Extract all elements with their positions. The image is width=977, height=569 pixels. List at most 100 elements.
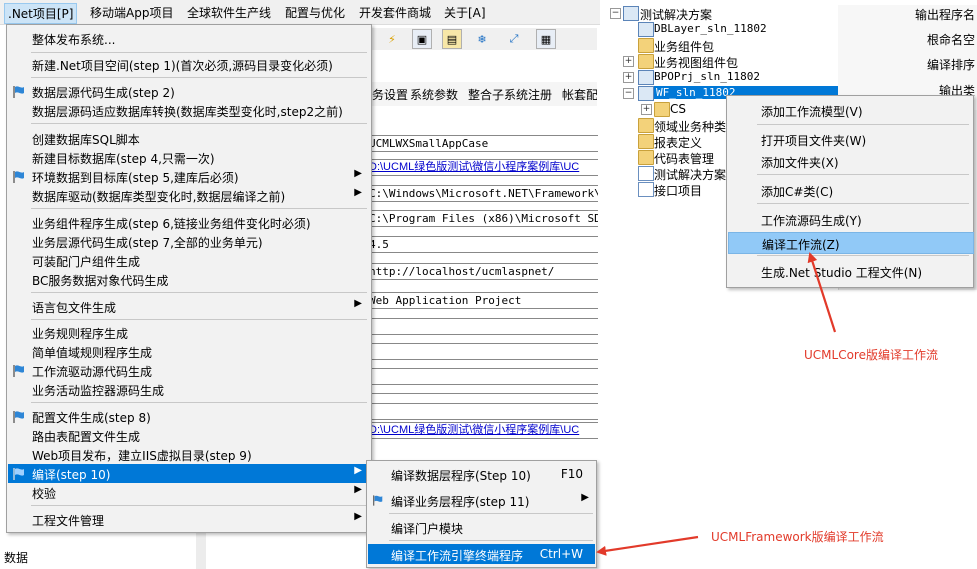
menu-item-portal-component-gen[interactable]: 可装配门户组件生成 <box>8 251 370 270</box>
ctx-item-workflow-source-gen[interactable]: 工作流源码生成(Y) <box>728 209 972 229</box>
menu-separator <box>389 540 593 541</box>
ctx-item-add-folder[interactable]: 添加文件夹(X) <box>728 151 972 171</box>
submenu-item-compile-workflow-engine[interactable]: 编译工作流引擎终端程序 Ctrl+W <box>368 544 595 564</box>
tab-system-params[interactable]: 系统参数 <box>410 86 458 103</box>
grid-row[interactable]: Web Application Project <box>366 292 598 309</box>
ctx-item-open-folder[interactable]: 打开项目文件夹(W) <box>728 129 972 149</box>
grid-row[interactable]: 4.5 <box>366 236 598 253</box>
menu-item-web-publish[interactable]: Web项目发布，建立IIS虚拟目录(step 9) <box>8 445 370 464</box>
menu-item-data-layer-convert[interactable]: 数据层源码适应数据库转换(数据库类型变化时,step2之前) <box>8 101 370 120</box>
menu-item-activity-monitor-gen[interactable]: 业务活动监控器源码生成 <box>8 380 370 399</box>
select-icon[interactable]: ▣ <box>412 29 432 49</box>
submenu-arrow-icon: ▶ <box>354 465 362 476</box>
ctx-item-add-workflow-model[interactable]: 添加工作流模型(V) <box>728 100 972 120</box>
collapse-icon[interactable]: − <box>610 8 621 19</box>
menu-item-bc-service-gen[interactable]: BC服务数据对象代码生成 <box>8 270 370 289</box>
menu-item-new-target-db[interactable]: 新建目标数据库(step 4,只需一次) <box>8 148 370 167</box>
menu-item-workflow-driver-gen[interactable]: 工作流驱动源代码生成 <box>8 361 370 380</box>
ctx-item-add-csharp-class[interactable]: 添加C#类(C) <box>728 180 972 200</box>
collapse-icon[interactable]: − <box>623 88 634 99</box>
prop-root-namespace: 根命名空 <box>926 33 975 47</box>
menu-item-new-project-space[interactable]: 新建.Net项目空间(step 1)(首次必须,源码目录变化必须) <box>8 55 370 74</box>
menu-net-project[interactable]: .Net项目[P] <box>4 3 78 24</box>
menu-item-biz-layer-gen[interactable]: 业务层源代码生成(step 7,全部的业务单元) <box>8 232 370 251</box>
menu-item-language-pack[interactable]: 语言包文件生成 ▶ <box>8 297 370 316</box>
shortcut-label: F10 <box>560 467 583 481</box>
ctx-item-compile-workflow[interactable]: 编译工作流(Z) <box>728 232 974 254</box>
path-link[interactable]: D:\UCML绿色版测试\微信小程序案例库\UC <box>369 423 579 438</box>
document-icon <box>638 166 654 181</box>
menu-item-route-table-gen[interactable]: 路由表配置文件生成 <box>8 426 370 445</box>
submenu-item-compile-portal[interactable]: 编译门户模块 <box>368 517 595 537</box>
submenu-arrow-icon: ▶ <box>354 511 362 522</box>
image-icon[interactable]: ▤ <box>442 29 462 49</box>
menu-separator <box>31 505 367 506</box>
calculator-icon[interactable]: ▦ <box>536 29 556 49</box>
annotation-core: UCMLCore版编译工作流 <box>804 348 938 362</box>
expand-icon[interactable]: + <box>623 72 634 83</box>
menu-item-verify[interactable]: 校验 ▶ <box>8 483 370 502</box>
tab-subsystem-register[interactable]: 整合子系统注册 <box>468 86 552 103</box>
tab-business-settings[interactable]: 务设置 <box>372 86 408 103</box>
menu-item-data-layer-gen[interactable]: 数据层源代码生成(step 2) <box>8 82 370 101</box>
grid-row[interactable] <box>366 318 598 335</box>
compile-submenu: 编译数据层程序(Step 10) F10 编译业务层程序(step 11) ▶ 编译… <box>366 460 597 568</box>
path-link[interactable]: D:\UCML绿色版测试\微信小程序案例库\UC <box>369 160 579 175</box>
shortcut-label: Ctrl+W <box>539 547 583 561</box>
menu-store[interactable]: 开发套件商城 <box>359 4 431 21</box>
document-icon <box>638 182 654 197</box>
grid-row[interactable]: C:\Program Files (x86)\Microsoft SDKs\ <box>366 210 598 227</box>
submenu-arrow-icon: ▶ <box>354 187 362 198</box>
menu-separator <box>757 203 969 204</box>
menu-separator <box>31 208 367 209</box>
grid-row[interactable]: D:\UCML绿色版测试\微信小程序案例库\UC <box>366 422 598 439</box>
grid-row[interactable]: D:\UCML绿色版测试\微信小程序案例库\UC <box>366 159 598 176</box>
menu-item-biz-rule-gen[interactable]: 业务规则程序生成 <box>8 323 370 342</box>
submenu-arrow-icon: ▶ <box>354 168 362 179</box>
menu-item-config-file-gen[interactable]: 配置文件生成(step 8) <box>8 407 370 426</box>
submenu-item-compile-biz-layer[interactable]: 编译业务层程序(step 11) ▶ <box>368 490 595 510</box>
menu-config-optimize[interactable]: 配置与优化 <box>285 4 345 21</box>
snowflake-icon[interactable]: ❄ <box>472 29 492 49</box>
grid-row[interactable] <box>366 368 598 385</box>
grid-row[interactable] <box>366 403 598 420</box>
grid-row[interactable]: UCMLWXSmallAppCase <box>366 135 598 152</box>
flag-icon <box>13 86 24 98</box>
menu-production-line[interactable]: 全球软件生产线 <box>187 4 271 21</box>
menubar: .Net项目[P] 移动端App项目 全球软件生产线 配置与优化 开发套件商城 … <box>0 0 600 25</box>
grid-row[interactable]: C:\Windows\Microsoft.NET\Framework\v4. <box>366 185 598 202</box>
menu-separator <box>31 52 367 53</box>
tab-account-config[interactable]: 帐套配 <box>562 86 597 103</box>
menu-item-db-driver[interactable]: 数据库驱动(数据库类型变化时,数据层编译之前) ▶ <box>8 186 370 205</box>
menu-item-publish-system[interactable]: 整体发布系统... <box>8 29 370 48</box>
flag-icon <box>13 411 24 423</box>
expand-icon[interactable]: + <box>623 56 634 67</box>
submenu-arrow-icon: ▶ <box>354 484 362 495</box>
menu-item-value-rule-gen[interactable]: 简单值域规则程序生成 <box>8 342 370 361</box>
prop-compile-order: 编译排序 <box>926 58 975 72</box>
project-icon <box>638 86 654 101</box>
menu-about[interactable]: 关于[A] <box>444 4 486 21</box>
folder-icon <box>638 54 654 69</box>
expand-icon[interactable]: + <box>641 104 652 115</box>
grid-row[interactable] <box>366 343 598 360</box>
project-context-menu: 添加工作流模型(V) 打开项目文件夹(W) 添加文件夹(X) 添加C#类(C) … <box>726 95 974 288</box>
grid-row[interactable]: http://localhost/ucmlaspnet/ <box>366 263 598 280</box>
menu-separator <box>31 292 367 293</box>
flag-icon <box>13 171 24 183</box>
menu-item-env-data[interactable]: 环境数据到目标库(step 5,建库后必须) ▶ <box>8 167 370 186</box>
status-text: 数据 <box>4 551 29 565</box>
lightning-icon[interactable]: ⚡ <box>382 29 402 49</box>
toolbar: ⚡ ▣ ▤ ❄ ⤢ ▦ <box>372 28 597 50</box>
prop-output-name: 输出程序名 <box>914 8 975 22</box>
menu-item-biz-component-gen[interactable]: 业务组件程序生成(step 6,链接业务组件变化时必须) <box>8 213 370 232</box>
submenu-item-compile-data-layer[interactable]: 编译数据层程序(Step 10) F10 <box>368 464 595 484</box>
menu-item-create-sql[interactable]: 创建数据库SQL脚本 <box>8 129 370 148</box>
menu-mobile-app[interactable]: 移动端App项目 <box>90 4 173 21</box>
folder-icon <box>638 150 654 165</box>
ctx-item-gen-studio-project[interactable]: 生成.Net Studio 工程文件(N) <box>728 261 972 281</box>
menu-item-project-file-mgmt[interactable]: 工程文件管理 ▶ <box>8 510 370 529</box>
fullscreen-icon[interactable]: ⤢ <box>504 29 524 49</box>
solution-icon <box>623 6 639 21</box>
menu-item-compile[interactable]: 编译(step 10) ▶ <box>8 464 370 483</box>
